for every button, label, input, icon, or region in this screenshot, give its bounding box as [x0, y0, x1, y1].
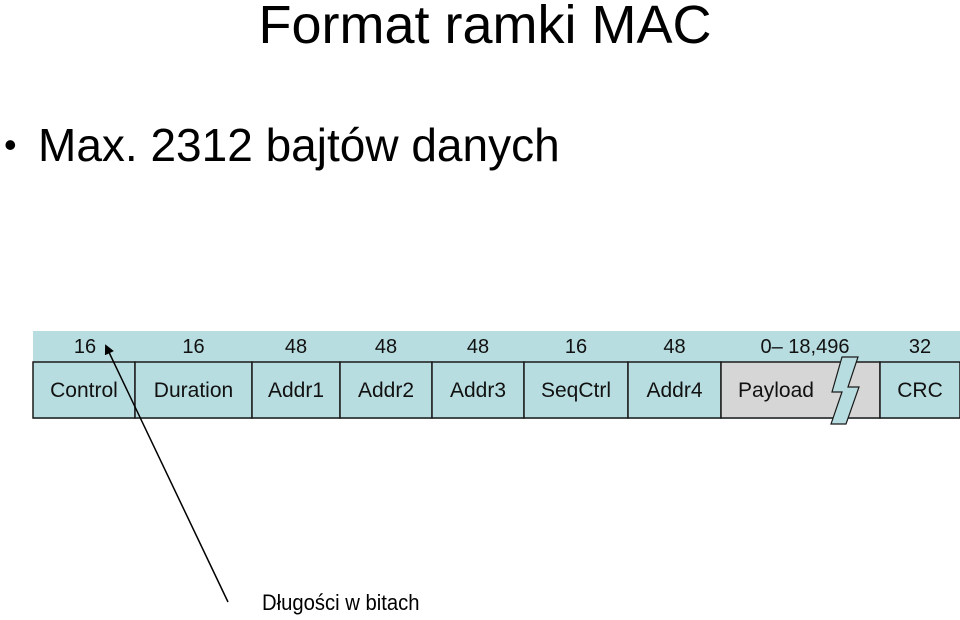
field-addr2-bits: 48 [375, 336, 397, 358]
field-addr4-label: Addr4 [646, 379, 702, 402]
field-seqctrl-bits: 16 [565, 336, 587, 358]
field-payload-bits: 0– 18,496 [761, 336, 850, 358]
field-payload-label: Payload [738, 379, 814, 402]
field-duration-bits: 16 [182, 336, 204, 358]
field-control-bits: 16 [74, 336, 96, 358]
field-duration-label: Duration [154, 379, 233, 402]
field-seqctrl-label: SeqCtrl [541, 379, 611, 402]
field-addr4-bits: 48 [663, 336, 685, 358]
field-control-label: Control [50, 379, 118, 402]
field-addr2-label: Addr2 [358, 379, 414, 402]
mac-frame-diagram: Control 16 Duration 16 Addr1 48 Addr2 48 Addr3 48… [32, 331, 960, 603]
field-addr1-label: Addr1 [268, 379, 324, 402]
field-addr1-bits: 48 [285, 336, 307, 358]
field-crc-label: CRC [897, 379, 943, 402]
field-addr3-bits: 48 [467, 336, 489, 358]
field-addr3-label: Addr3 [450, 379, 506, 402]
caption-bit-lengths: Długości w bitach [262, 590, 420, 615]
field-crc-bits: 32 [909, 336, 931, 358]
